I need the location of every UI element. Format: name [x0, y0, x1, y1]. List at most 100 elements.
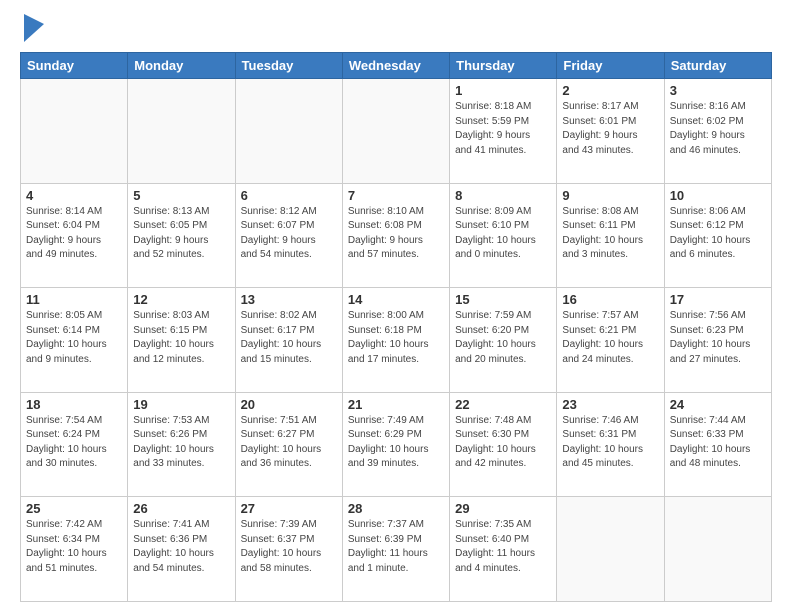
- day-number: 16: [562, 292, 658, 307]
- day-info: Sunrise: 8:16 AMSunset: 6:02 PMDaylight:…: [670, 100, 766, 158]
- col-header-thursday: Thursday: [450, 53, 557, 79]
- day-info: Sunrise: 7:54 AMSunset: 6:24 PMDaylight:…: [26, 414, 122, 472]
- day-info: Sunrise: 8:03 AMSunset: 6:15 PMDaylight:…: [133, 309, 229, 367]
- day-cell: 20 Sunrise: 7:51 AMSunset: 6:27 PMDayligh…: [235, 392, 342, 497]
- day-cell: 15Sunrise: 7:59 AMSunset: 6:20 PMDayligh…: [450, 288, 557, 393]
- day-cell: 22 Sunrise: 7:48 AMSunset: 6:30 PMDayligh…: [450, 392, 557, 497]
- day-cell: 26 Sunrise: 7:41 AMSunset: 6:36 PMDayligh…: [128, 497, 235, 602]
- col-header-friday: Friday: [557, 53, 664, 79]
- day-number: 23: [562, 397, 658, 412]
- day-cell: 16 Sunrise: 7:57 AMSunset: 6:21 PMDayligh…: [557, 288, 664, 393]
- day-cell: 25 Sunrise: 7:42 AMSunset: 6:34 PMDayligh…: [21, 497, 128, 602]
- day-cell: 10Sunrise: 8:06 AMSunset: 6:12 PMDayligh…: [664, 183, 771, 288]
- day-cell: 11 Sunrise: 8:05 AMSunset: 6:14 PMDayligh…: [21, 288, 128, 393]
- day-number: 25: [26, 501, 122, 516]
- day-info: Sunrise: 8:02 AMSunset: 6:17 PMDaylight:…: [241, 309, 337, 367]
- day-number: 5: [133, 188, 229, 203]
- day-cell: 7 Sunrise: 8:10 AMSunset: 6:08 PMDaylight…: [342, 183, 449, 288]
- day-cell: 17 Sunrise: 7:56 AMSunset: 6:23 PMDayligh…: [664, 288, 771, 393]
- day-number: 2: [562, 83, 658, 98]
- day-cell: [128, 79, 235, 184]
- day-cell: [235, 79, 342, 184]
- day-cell: 29 Sunrise: 7:35 AMSunset: 6:40 PMDayligh…: [450, 497, 557, 602]
- day-cell: 12 Sunrise: 8:03 AMSunset: 6:15 PMDayligh…: [128, 288, 235, 393]
- day-info: Sunrise: 7:35 AMSunset: 6:40 PMDaylight:…: [455, 518, 551, 576]
- day-number: 21: [348, 397, 444, 412]
- day-cell: 6Sunrise: 8:12 AMSunset: 6:07 PMDaylight…: [235, 183, 342, 288]
- day-number: 4: [26, 188, 122, 203]
- day-cell: 1 Sunrise: 8:18 AMSunset: 5:59 PMDaylight…: [450, 79, 557, 184]
- day-cell: [664, 497, 771, 602]
- day-info: Sunrise: 8:18 AMSunset: 5:59 PMDaylight:…: [455, 100, 551, 158]
- day-number: 19: [133, 397, 229, 412]
- day-number: 29: [455, 501, 551, 516]
- col-header-monday: Monday: [128, 53, 235, 79]
- day-info: Sunrise: 8:00 AMSunset: 6:18 PMDaylight:…: [348, 309, 444, 367]
- day-info: Sunrise: 7:42 AMSunset: 6:34 PMDaylight:…: [26, 518, 122, 576]
- day-number: 24: [670, 397, 766, 412]
- week-row-4: 18 Sunrise: 7:54 AMSunset: 6:24 PMDayligh…: [21, 392, 772, 497]
- day-info: Sunrise: 7:49 AMSunset: 6:29 PMDaylight:…: [348, 414, 444, 472]
- day-number: 14: [348, 292, 444, 307]
- day-cell: 21 Sunrise: 7:49 AMSunset: 6:29 PMDayligh…: [342, 392, 449, 497]
- day-info: Sunrise: 7:56 AMSunset: 6:23 PMDaylight:…: [670, 309, 766, 367]
- day-info: Sunrise: 8:13 AMSunset: 6:05 PMDaylight:…: [133, 205, 229, 263]
- day-cell: 28 Sunrise: 7:37 AMSunset: 6:39 PMDayligh…: [342, 497, 449, 602]
- day-cell: 4 Sunrise: 8:14 AMSunset: 6:04 PMDaylight…: [21, 183, 128, 288]
- day-number: 1: [455, 83, 551, 98]
- day-number: 12: [133, 292, 229, 307]
- day-info: Sunrise: 8:12 AMSunset: 6:07 PMDaylight:…: [241, 205, 337, 263]
- day-number: 3: [670, 83, 766, 98]
- day-cell: [557, 497, 664, 602]
- day-info: Sunrise: 8:08 AMSunset: 6:11 PMDaylight:…: [562, 205, 658, 263]
- col-header-tuesday: Tuesday: [235, 53, 342, 79]
- calendar-table: SundayMondayTuesdayWednesdayThursdayFrid…: [20, 52, 772, 602]
- day-number: 26: [133, 501, 229, 516]
- day-info: Sunrise: 7:53 AMSunset: 6:26 PMDaylight:…: [133, 414, 229, 472]
- day-info: Sunrise: 7:46 AMSunset: 6:31 PMDaylight:…: [562, 414, 658, 472]
- day-number: 22: [455, 397, 551, 412]
- day-cell: 8 Sunrise: 8:09 AMSunset: 6:10 PMDaylight…: [450, 183, 557, 288]
- day-info: Sunrise: 7:39 AMSunset: 6:37 PMDaylight:…: [241, 518, 337, 576]
- day-number: 11: [26, 292, 122, 307]
- header: [20, 16, 772, 42]
- page: SundayMondayTuesdayWednesdayThursdayFrid…: [0, 0, 792, 612]
- day-cell: 23 Sunrise: 7:46 AMSunset: 6:31 PMDayligh…: [557, 392, 664, 497]
- day-info: Sunrise: 7:48 AMSunset: 6:30 PMDaylight:…: [455, 414, 551, 472]
- day-info: Sunrise: 7:57 AMSunset: 6:21 PMDaylight:…: [562, 309, 658, 367]
- day-number: 8: [455, 188, 551, 203]
- day-cell: 14 Sunrise: 8:00 AMSunset: 6:18 PMDayligh…: [342, 288, 449, 393]
- day-cell: 19 Sunrise: 7:53 AMSunset: 6:26 PMDayligh…: [128, 392, 235, 497]
- day-info: Sunrise: 7:37 AMSunset: 6:39 PMDaylight:…: [348, 518, 444, 576]
- week-row-2: 4 Sunrise: 8:14 AMSunset: 6:04 PMDaylight…: [21, 183, 772, 288]
- day-number: 18: [26, 397, 122, 412]
- day-cell: 9 Sunrise: 8:08 AMSunset: 6:11 PMDaylight…: [557, 183, 664, 288]
- week-row-1: 1 Sunrise: 8:18 AMSunset: 5:59 PMDaylight…: [21, 79, 772, 184]
- day-info: Sunrise: 7:41 AMSunset: 6:36 PMDaylight:…: [133, 518, 229, 576]
- logo-icon: [24, 14, 44, 42]
- day-info: Sunrise: 8:06 AMSunset: 6:12 PMDaylight:…: [670, 205, 766, 263]
- day-number: 7: [348, 188, 444, 203]
- day-cell: 3 Sunrise: 8:16 AMSunset: 6:02 PMDaylight…: [664, 79, 771, 184]
- day-number: 28: [348, 501, 444, 516]
- day-cell: 18 Sunrise: 7:54 AMSunset: 6:24 PMDayligh…: [21, 392, 128, 497]
- day-number: 17: [670, 292, 766, 307]
- week-row-3: 11 Sunrise: 8:05 AMSunset: 6:14 PMDayligh…: [21, 288, 772, 393]
- col-header-saturday: Saturday: [664, 53, 771, 79]
- day-number: 20: [241, 397, 337, 412]
- day-number: 13: [241, 292, 337, 307]
- day-info: Sunrise: 8:05 AMSunset: 6:14 PMDaylight:…: [26, 309, 122, 367]
- day-info: Sunrise: 7:51 AMSunset: 6:27 PMDaylight:…: [241, 414, 337, 472]
- logo: [20, 16, 44, 42]
- day-info: Sunrise: 8:09 AMSunset: 6:10 PMDaylight:…: [455, 205, 551, 263]
- day-number: 15: [455, 292, 551, 307]
- day-info: Sunrise: 8:10 AMSunset: 6:08 PMDaylight:…: [348, 205, 444, 263]
- col-header-wednesday: Wednesday: [342, 53, 449, 79]
- day-info: Sunrise: 8:14 AMSunset: 6:04 PMDaylight:…: [26, 205, 122, 263]
- day-cell: 5 Sunrise: 8:13 AMSunset: 6:05 PMDaylight…: [128, 183, 235, 288]
- day-cell: 13 Sunrise: 8:02 AMSunset: 6:17 PMDayligh…: [235, 288, 342, 393]
- calendar-header-row: SundayMondayTuesdayWednesdayThursdayFrid…: [21, 53, 772, 79]
- day-number: 9: [562, 188, 658, 203]
- week-row-5: 25 Sunrise: 7:42 AMSunset: 6:34 PMDayligh…: [21, 497, 772, 602]
- day-cell: 24Sunrise: 7:44 AMSunset: 6:33 PMDayligh…: [664, 392, 771, 497]
